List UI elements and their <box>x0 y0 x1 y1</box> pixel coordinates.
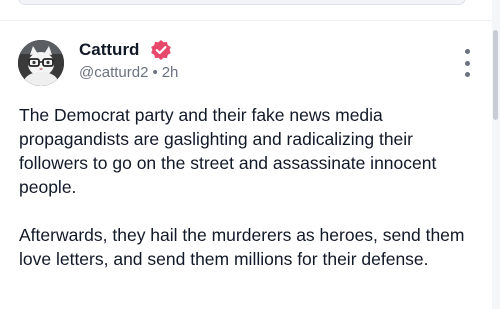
separator-dot: • <box>152 64 158 81</box>
more-options-button[interactable] <box>455 49 479 77</box>
scrollbar-thumb[interactable] <box>493 30 498 120</box>
post-body: The Democrat party and their fake news m… <box>19 103 485 295</box>
post-paragraph: The Democrat party and their fake news m… <box>19 105 437 197</box>
more-vertical-icon-dot <box>464 72 470 77</box>
previous-card <box>18 0 466 5</box>
verified-badge-icon <box>151 40 171 60</box>
more-vertical-icon-dot <box>464 49 470 54</box>
previous-post-edge <box>0 0 500 21</box>
handle-line: @catturd2 • 2h <box>79 64 178 82</box>
cat-avatar-icon <box>18 40 64 86</box>
avatar[interactable] <box>18 40 64 86</box>
display-name[interactable]: Catturd <box>79 40 139 60</box>
post-paragraph: Afterwards, they hail the murderers as h… <box>19 225 465 269</box>
timestamp[interactable]: 2h <box>162 64 179 81</box>
post-card: Catturd @catturd2 • 2h The Democrat party … <box>0 21 492 309</box>
more-vertical-icon-dot <box>464 60 470 66</box>
handle[interactable]: @catturd2 <box>79 64 148 81</box>
